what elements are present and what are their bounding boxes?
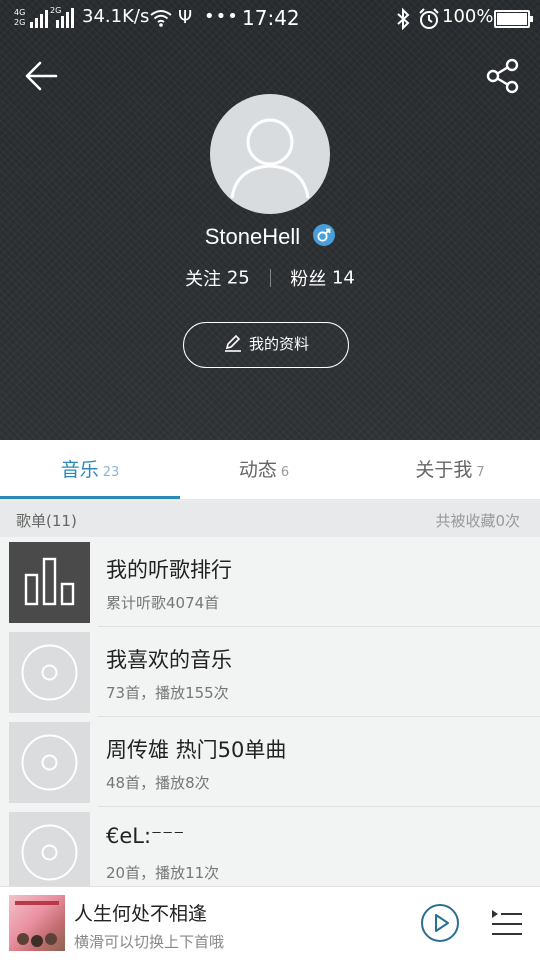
alarm-icon — [419, 8, 439, 29]
total-favorited-count: 共被收藏0次 — [435, 512, 520, 530]
tab-about-count: 7 — [476, 465, 485, 480]
stats-divider — [269, 269, 271, 287]
playlist-subtitle: 73首，播放155次 — [106, 684, 229, 702]
username-row: StoneHell — [0, 224, 540, 250]
playlist-title: 我喜欢的音乐 — [106, 648, 232, 672]
following-count: 25 — [226, 267, 250, 289]
ranking-bars-icon — [9, 542, 90, 623]
playlist-section-header: 歌单(11) 共被收藏0次 — [0, 501, 540, 537]
active-tab-indicator — [0, 496, 180, 499]
username: StoneHell — [204, 224, 301, 249]
disc-icon — [9, 632, 90, 713]
tab-activity-label: 动态 — [238, 459, 277, 481]
tab-music-count: 23 — [102, 465, 120, 480]
playlist-title: €eL:⁻⁻⁻ — [106, 824, 185, 848]
playlist-queue-icon[interactable] — [490, 907, 524, 939]
disc-icon — [9, 812, 90, 887]
disc-icon — [9, 722, 90, 803]
profile-tabs: 音乐 23 动态 6 关于我 7 — [0, 440, 540, 500]
playlist-count-title: 歌单(11) — [16, 512, 77, 530]
list-item[interactable]: 我的听歌排行 累计听歌4074首 — [0, 537, 540, 627]
network-type-indicator: 4G 2G — [14, 8, 26, 27]
battery-icon — [494, 10, 533, 28]
more-notifications-icon: ••• — [204, 6, 239, 27]
list-item[interactable]: €eL:⁻⁻⁻ 20首，播放11次 — [0, 807, 540, 887]
playlist-title: 周传雄 热门50单曲 — [106, 738, 287, 762]
back-arrow-icon[interactable] — [22, 56, 62, 96]
playlist-list[interactable]: 我的听歌排行 累计听歌4074首 我喜欢的音乐 73首，播放155次 周传雄 热… — [0, 537, 540, 887]
my-profile-button[interactable]: 我的资料 — [183, 322, 349, 368]
fans-stat[interactable]: 粉丝 14 — [290, 267, 355, 291]
album-cover[interactable] — [9, 895, 65, 951]
signal-strength-2-icon — [56, 8, 74, 28]
now-playing-title: 人生何处不相逢 — [74, 903, 208, 925]
play-button[interactable] — [420, 903, 460, 943]
default-user-icon — [230, 118, 310, 199]
playlist-subtitle: 累计听歌4074首 — [106, 594, 220, 612]
playlist-title: 我的听歌排行 — [106, 558, 232, 582]
following-stat[interactable]: 关注 25 — [185, 267, 255, 291]
wifi-icon — [150, 10, 172, 27]
clock: 17:42 — [242, 6, 300, 30]
tab-about-label: 关于我 — [415, 459, 473, 481]
playlist-subtitle: 48首，播放8次 — [106, 774, 210, 792]
now-playing-hint: 横滑可以切换上下首哦 — [74, 933, 225, 951]
profile-header: 4G 2G 2G 34.1K/s Ψ ••• 17:42 100% StoneH… — [0, 0, 540, 440]
avatar[interactable] — [210, 94, 330, 214]
edit-pen-icon — [224, 334, 241, 352]
fans-label: 粉丝 — [290, 269, 327, 290]
follow-stats: 关注 25 粉丝 14 — [0, 265, 540, 291]
tab-activity[interactable]: 动态 6 — [174, 440, 354, 500]
status-bar: 4G 2G 2G 34.1K/s Ψ ••• 17:42 100% — [0, 0, 540, 38]
share-icon[interactable] — [484, 56, 524, 96]
signal-strength-icon — [30, 10, 48, 28]
mini-player[interactable]: 人生何处不相逢 横滑可以切换上下首哦 — [0, 886, 540, 960]
my-profile-label: 我的资料 — [248, 335, 309, 353]
following-label: 关注 — [185, 269, 222, 290]
tab-music-label: 音乐 — [60, 459, 99, 481]
usb-icon: Ψ — [178, 7, 193, 28]
playlist-subtitle: 20首，播放11次 — [106, 864, 220, 882]
fans-count: 14 — [331, 267, 355, 289]
list-item[interactable]: 我喜欢的音乐 73首，播放155次 — [0, 627, 540, 717]
tab-about[interactable]: 关于我 7 — [360, 440, 540, 500]
list-item[interactable]: 周传雄 热门50单曲 48首，播放8次 — [0, 717, 540, 807]
male-gender-icon — [313, 224, 336, 246]
bluetooth-icon — [397, 8, 410, 30]
tab-music[interactable]: 音乐 23 — [0, 440, 180, 500]
network-speed: 34.1K/s — [82, 6, 150, 27]
tab-activity-count: 6 — [280, 465, 290, 480]
battery-percentage: 100% — [442, 6, 494, 27]
